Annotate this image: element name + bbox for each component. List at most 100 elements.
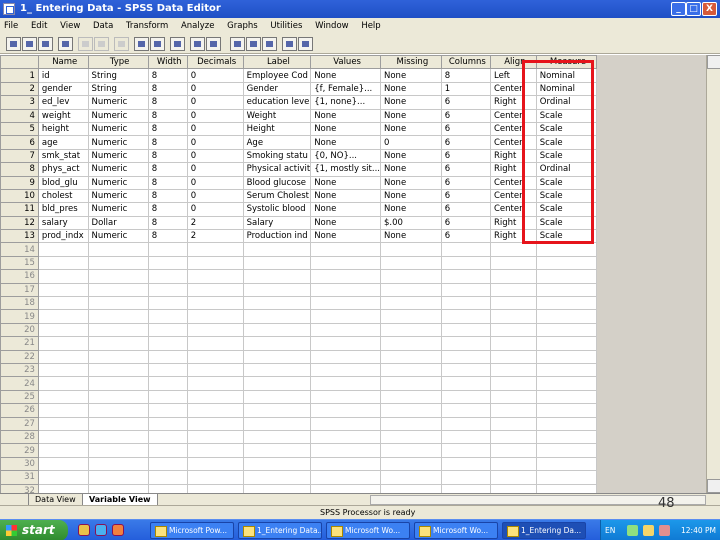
empty-cell[interactable]	[535, 362, 597, 378]
cell-align[interactable]: Right	[489, 215, 537, 231]
empty-cell[interactable]	[310, 309, 381, 324]
cell-type[interactable]: Numeric	[87, 175, 149, 190]
cell-columns[interactable]: 6	[440, 229, 491, 244]
menu-transform[interactable]: Transform	[126, 21, 168, 31]
cell-columns[interactable]: 6	[440, 148, 491, 164]
empty-cell[interactable]	[380, 429, 442, 445]
cell-name[interactable]: bld_pres	[37, 202, 89, 217]
empty-cell[interactable]	[242, 470, 312, 485]
cell-missing[interactable]: None	[380, 175, 442, 190]
empty-cell[interactable]	[37, 309, 89, 324]
cell-values[interactable]: {1, mostly sit...	[310, 162, 381, 177]
empty-cell[interactable]	[37, 443, 89, 458]
cell-label[interactable]: Weight	[242, 108, 312, 123]
tray-icon[interactable]	[659, 525, 670, 536]
row-number[interactable]: 26	[0, 403, 39, 418]
empty-cell[interactable]	[535, 470, 597, 485]
weight-cases-icon[interactable]	[246, 37, 261, 51]
empty-cell[interactable]	[535, 322, 597, 338]
empty-cell[interactable]	[380, 349, 442, 364]
row-number[interactable]: 22	[0, 349, 39, 364]
empty-cell[interactable]	[87, 416, 149, 431]
empty-cell[interactable]	[37, 255, 89, 271]
empty-cell[interactable]	[440, 269, 491, 284]
empty-cell[interactable]	[440, 296, 491, 311]
cell-align[interactable]: Center	[489, 202, 537, 217]
empty-cell[interactable]	[440, 403, 491, 418]
empty-cell[interactable]	[440, 443, 491, 458]
row-number[interactable]: 8	[0, 162, 39, 177]
cell-missing[interactable]: None	[380, 229, 442, 244]
col-header-decimals[interactable]: Decimals	[186, 55, 244, 70]
row-number[interactable]: 7	[0, 148, 39, 164]
empty-cell[interactable]	[535, 429, 597, 445]
empty-cell[interactable]	[147, 416, 188, 431]
empty-cell[interactable]	[380, 443, 442, 458]
col-header-align[interactable]: Align	[489, 55, 537, 70]
row-number[interactable]: 19	[0, 309, 39, 324]
cell-width[interactable]: 8	[147, 215, 188, 231]
use-sets-icon[interactable]	[298, 37, 313, 51]
save-icon[interactable]	[22, 37, 37, 51]
empty-cell[interactable]	[242, 483, 312, 493]
empty-cell[interactable]	[380, 416, 442, 431]
empty-cell[interactable]	[186, 443, 244, 458]
row-number[interactable]: 15	[0, 255, 39, 271]
row-number[interactable]: 6	[0, 135, 39, 150]
empty-cell[interactable]	[380, 309, 442, 324]
menu-window[interactable]: Window	[315, 21, 349, 31]
start-button[interactable]: start	[0, 520, 68, 540]
empty-cell[interactable]	[242, 443, 312, 458]
empty-cell[interactable]	[186, 483, 244, 493]
empty-cell[interactable]	[186, 456, 244, 472]
empty-cell[interactable]	[37, 470, 89, 485]
empty-cell[interactable]	[380, 296, 442, 311]
cell-values[interactable]: {1, none}...	[310, 95, 381, 110]
empty-cell[interactable]	[87, 296, 149, 311]
empty-cell[interactable]	[87, 483, 149, 493]
empty-cell[interactable]	[535, 456, 597, 472]
cell-columns[interactable]: 6	[440, 95, 491, 110]
empty-cell[interactable]	[489, 483, 537, 493]
empty-cell[interactable]	[87, 255, 149, 271]
taskbar-item[interactable]: Microsoft Wo...	[414, 522, 498, 539]
row-number[interactable]: 10	[0, 188, 39, 204]
empty-cell[interactable]	[147, 336, 188, 351]
cell-name[interactable]: ed_lev	[37, 95, 89, 110]
cell-width[interactable]: 8	[147, 135, 188, 150]
cell-type[interactable]: Dollar	[87, 215, 149, 231]
undo-icon[interactable]	[78, 37, 93, 51]
cell-width[interactable]: 8	[147, 95, 188, 110]
col-header-columns[interactable]: Columns	[440, 55, 491, 70]
row-number[interactable]: 21	[0, 336, 39, 351]
row-number[interactable]: 28	[0, 429, 39, 445]
cell-label[interactable]: Systolic blood	[242, 202, 312, 217]
cell-align[interactable]: Right	[489, 148, 537, 164]
cell-name[interactable]: prod_indx	[37, 229, 89, 244]
scroll-up-icon[interactable]	[707, 55, 720, 69]
cell-missing[interactable]: $.00	[380, 215, 442, 231]
cell-name[interactable]: blod_glu	[37, 175, 89, 190]
empty-cell[interactable]	[87, 309, 149, 324]
cell-columns[interactable]: 6	[440, 108, 491, 123]
empty-cell[interactable]	[489, 255, 537, 271]
empty-cell[interactable]	[186, 429, 244, 445]
empty-cell[interactable]	[37, 282, 89, 298]
empty-cell[interactable]	[310, 282, 381, 298]
empty-cell[interactable]	[87, 282, 149, 298]
cell-values[interactable]: {0, NO}...	[310, 148, 381, 164]
empty-cell[interactable]	[440, 336, 491, 351]
empty-cell[interactable]	[37, 456, 89, 472]
empty-cell[interactable]	[147, 255, 188, 271]
taskbar-item[interactable]: Microsoft Pow...	[150, 522, 234, 539]
empty-cell[interactable]	[380, 470, 442, 485]
cell-type[interactable]: Numeric	[87, 135, 149, 150]
empty-cell[interactable]	[186, 336, 244, 351]
empty-cell[interactable]	[186, 403, 244, 418]
cell-width[interactable]: 8	[147, 68, 188, 83]
cell-measure[interactable]: Nominal	[535, 81, 597, 97]
print-icon[interactable]	[38, 37, 53, 51]
empty-cell[interactable]	[535, 483, 597, 493]
cell-align[interactable]: Center	[489, 81, 537, 97]
empty-cell[interactable]	[147, 269, 188, 284]
